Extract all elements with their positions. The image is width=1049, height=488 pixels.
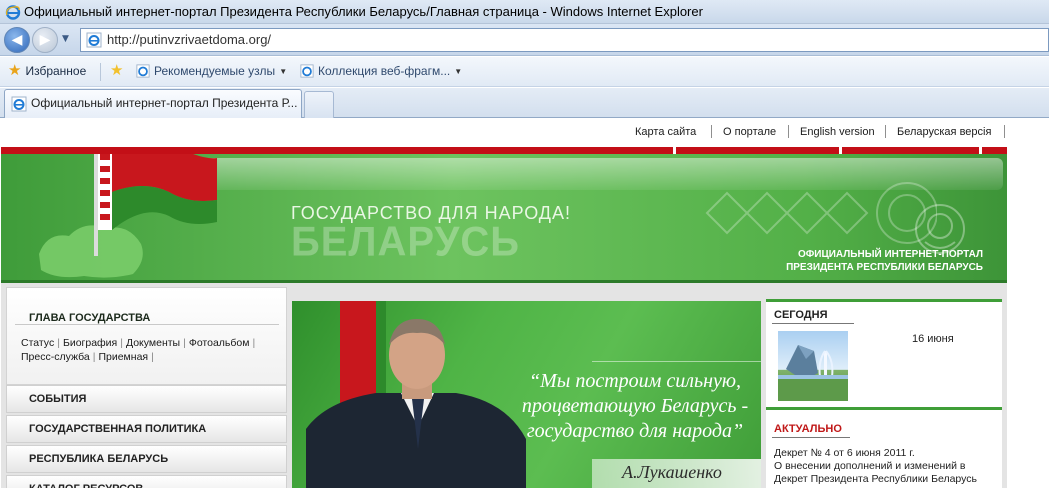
portal-title-line2: ПРЕЗИДЕНТА РЕСПУБЛИКИ БЕЛАРУСЬ — [786, 262, 983, 273]
sitemap-link[interactable]: Карта сайта — [635, 126, 696, 138]
actual-heading: АКТУАЛЬНО — [774, 423, 842, 435]
top-links-bar: Карта сайта О портале English version Бе… — [1, 119, 1007, 147]
menu-resource-catalog[interactable]: КАТАЛОГ РЕСУРСОВ — [6, 475, 287, 488]
actual-top-bar — [766, 407, 1002, 410]
sublink-separator: | — [92, 351, 96, 363]
documents-link[interactable]: Документы — [126, 337, 180, 349]
library-building-image — [778, 345, 848, 401]
belarus-flag-image — [94, 154, 217, 256]
photo-album-link[interactable]: Фотоальбом — [189, 337, 250, 349]
new-tab-button[interactable] — [304, 91, 334, 118]
history-dropdown-button[interactable]: ▼ — [62, 34, 69, 44]
tab-label: Официальный интернет-портал Президента Р… — [31, 96, 298, 110]
favorites-button[interactable]: ★ Избранное — [8, 62, 87, 79]
banner-bottom-strip — [1, 280, 1007, 283]
web-slice-gallery-link[interactable]: Коллекция веб-фрагм... ▼ — [300, 64, 462, 78]
suggested-sites-ie-icon — [136, 64, 150, 78]
head-of-state-link[interactable]: ГЛАВА ГОСУДАРСТВА — [29, 312, 150, 324]
quote-signature: А.Лукашенко — [622, 462, 722, 482]
today-underline — [772, 323, 854, 324]
coat-of-arms-icon — [915, 204, 965, 254]
head-of-state-box: ГЛАВА ГОСУДАРСТВА Статус | Биография | Докум… — [6, 287, 287, 385]
banner-top-strip — [1, 147, 1007, 154]
about-portal-link[interactable]: О портале — [723, 126, 776, 138]
status-link[interactable]: Статус — [21, 337, 54, 349]
sublink-separator: | — [57, 337, 60, 349]
ie-window: Официальный интернет-портал Президента Р… — [0, 0, 1049, 488]
link-separator — [1004, 125, 1005, 138]
english-version-link[interactable]: English version — [800, 126, 875, 138]
biography-link[interactable]: Биография — [63, 337, 117, 349]
favorites-bar: ★ Избранное ★ Рекомендуемые узлы ▼ Колле… — [0, 57, 1049, 87]
back-arrow-icon: ◀ — [11, 32, 23, 48]
tab-strip: Официальный интернет-портал Президента Р… — [0, 88, 1049, 118]
ie-logo-icon — [5, 5, 21, 20]
president-portrait-image — [306, 319, 526, 488]
left-menu: ГЛАВА ГОСУДАРСТВА Статус | Биография | Докум… — [6, 287, 287, 488]
tab-ie-icon — [11, 96, 27, 112]
today-date: 16 июня — [912, 333, 954, 345]
menu-events[interactable]: СОБЫТИЯ — [6, 385, 287, 413]
link-separator — [885, 125, 886, 138]
strip-gap — [673, 147, 676, 154]
news-line-2: О внесении дополнений и изменений в — [774, 460, 966, 472]
ornament-pattern — [705, 182, 937, 244]
favorites-separator — [100, 63, 101, 81]
belarusian-version-link[interactable]: Беларуская версія — [897, 126, 991, 138]
web-slice-gallery-label: Коллекция веб-фрагм... — [318, 64, 451, 78]
address-field[interactable]: http://putinvzrivaetdoma.org/ — [80, 28, 1049, 52]
tab-portal[interactable]: Официальный интернет-портал Президента Р… — [4, 89, 302, 118]
head-of-state-divider — [15, 324, 279, 325]
window-title-bar: Официальный интернет-портал Президента Р… — [0, 0, 1049, 24]
add-favorite-star-icon: ★ — [110, 62, 124, 79]
quote-line-2: процветающую Беларусь - — [521, 395, 749, 417]
news-item[interactable]: Декрет № 4 от 6 июня 2011 г. О внесении … — [774, 447, 1000, 486]
suggested-sites-link[interactable]: Рекомендуемые узлы ▼ — [136, 64, 287, 78]
address-url: http://putinvzrivaetdoma.org/ — [107, 32, 272, 47]
sublink-separator: | — [252, 337, 256, 349]
right-column: СЕГОДНЯ 16 июня АКТУАЛЬНО Декрет № 4 от … — [766, 299, 1002, 488]
address-toolbar: ◀ ▶ ▼ http://putinvzrivaetdoma.org/ — [0, 24, 1049, 56]
site-frame: Карта сайта О портале English version Бе… — [1, 119, 1007, 488]
web-slice-ie-icon — [300, 64, 314, 78]
suggested-sites-label: Рекомендуемые узлы — [154, 64, 276, 78]
strip-gap — [839, 147, 842, 154]
favorites-label: Избранное — [25, 64, 87, 78]
portal-title-line1: ОФИЦИАЛЬНЫЙ ИНТЕРНЕТ-ПОРТАЛ — [797, 249, 983, 260]
strip-gap — [979, 147, 982, 154]
menu-republic-belarus[interactable]: РЕСПУБЛИКА БЕЛАРУСЬ — [6, 445, 287, 473]
head-of-state-sublinks: Статус | Биография | Документы | Фотоальбом | П… — [21, 336, 283, 364]
today-top-bar — [766, 299, 1002, 302]
link-separator — [788, 125, 789, 138]
news-line-1: Декрет № 4 от 6 июня 2011 г. — [774, 447, 915, 459]
quote-top-line — [592, 361, 761, 362]
window-title: Официальный интернет-портал Президента Р… — [24, 4, 703, 19]
add-to-favorites-bar-button[interactable]: ★ — [110, 62, 124, 79]
today-heading: СЕГОДНЯ — [774, 309, 828, 321]
quote-line-1: “Мы построим сильную, — [528, 370, 741, 392]
menu-state-policy[interactable]: ГОСУДАРСТВЕННАЯ ПОЛИТИКА — [6, 415, 287, 443]
back-button[interactable]: ◀ — [4, 27, 30, 53]
sublink-separator: | — [183, 337, 186, 349]
page-viewport: Карта сайта О портале English version Бе… — [0, 119, 1049, 488]
actual-underline — [772, 437, 850, 438]
link-separator — [711, 125, 712, 138]
chevron-down-icon: ▼ — [279, 66, 288, 76]
site-banner: ГОСУДАРСТВО ДЛЯ НАРОДА! БЕЛАРУСЬ ОФИЦИАЛ… — [1, 154, 1007, 280]
sublink-separator: | — [151, 351, 154, 363]
national-library-photo[interactable] — [778, 331, 848, 401]
sublink-separator: | — [120, 337, 123, 349]
president-quote: “Мы построим сильную, процветающую Белар… — [510, 369, 760, 444]
chevron-down-icon: ▼ — [454, 66, 463, 76]
reception-link[interactable]: Приемная — [98, 351, 148, 363]
press-service-link[interactable]: Пресс-служба — [21, 351, 90, 363]
banner-country: БЕЛАРУСЬ — [291, 218, 521, 266]
page-ie-icon — [86, 32, 102, 48]
favorites-star-icon: ★ — [8, 62, 22, 79]
forward-arrow-icon: ▶ — [39, 32, 51, 48]
quote-line-3: государство для народа” — [526, 420, 744, 442]
forward-button[interactable]: ▶ — [32, 27, 58, 53]
news-line-3: Декрет Президента Республики Беларусь — [774, 473, 978, 485]
president-promo-banner[interactable]: “Мы построим сильную, процветающую Белар… — [292, 301, 761, 488]
